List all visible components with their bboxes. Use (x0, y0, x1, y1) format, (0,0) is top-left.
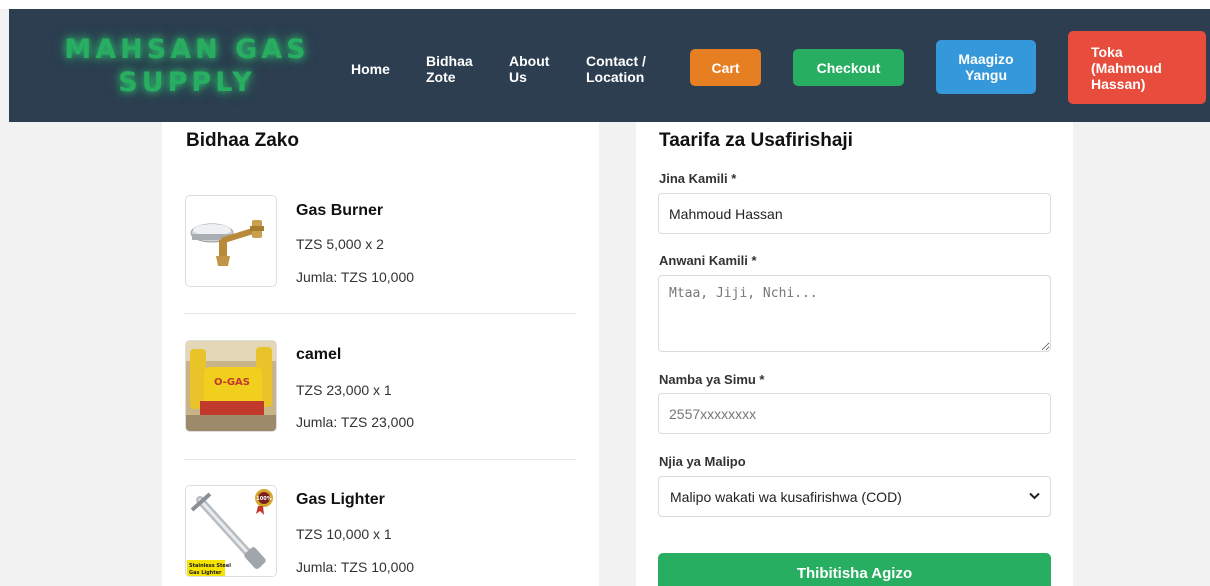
cart-item-name: camel (296, 346, 342, 363)
nav-about-link[interactable]: About Us (509, 53, 549, 85)
nav-contact-line-1: Contact / (586, 53, 646, 69)
logout-line-2: (Mahmoud (1091, 59, 1162, 76)
full-name-input[interactable] (658, 193, 1051, 234)
camel-gas-cylinder-image: O-GAS (185, 340, 277, 432)
cart-button[interactable]: Cart (690, 49, 761, 86)
brand-line-2: SUPPLY (118, 67, 256, 98)
gas-burner-image (185, 195, 277, 287)
logout-line-3: Hassan) (1091, 75, 1146, 92)
confirm-order-button[interactable]: Thibitisha Agizo (658, 553, 1051, 586)
site-header: MAHSAN GAS SUPPLY Home Bidhaa Zote About… (9, 9, 1210, 122)
image-caption-1: Stainless Steel (189, 563, 231, 569)
address-label: Anwani Kamili * (659, 253, 757, 268)
brand-line-1: MAHSAN GAS (64, 34, 310, 65)
nav-about-line-2: Us (509, 69, 527, 85)
payment-method-selected: Malipo wakati wa kusafirishwa (COD) (670, 489, 902, 505)
cart-panel-title: Bidhaa Zako (186, 130, 299, 151)
nav-about-line-1: About (509, 53, 550, 69)
nav-home-link[interactable]: Home (351, 61, 390, 77)
shipping-form-title: Taarifa za Usafirishaji (659, 130, 853, 151)
top-strip (0, 0, 1210, 9)
full-name-label: Jina Kamili * (659, 171, 737, 186)
brand-logo[interactable]: MAHSAN GAS SUPPLY (61, 33, 313, 99)
item-divider (184, 459, 576, 460)
item-divider (184, 313, 576, 314)
image-caption-2: Gas Lighter (189, 570, 222, 576)
address-textarea[interactable] (658, 275, 1051, 352)
gas-lighter-image: 100% Stainless Steel Gas Lighter (185, 485, 277, 577)
nav-contact-link[interactable]: Contact / Location (586, 53, 646, 85)
badge-text: 100% (256, 496, 271, 502)
cart-item-total: Jumla: TZS 10,000 (296, 559, 415, 575)
cart-item-price: TZS 5,000 x 2 (296, 236, 384, 252)
cart-item-price: TZS 10,000 x 1 (296, 526, 392, 542)
cart-item-price: TZS 23,000 x 1 (296, 382, 392, 398)
maagizo-line-2: Yangu (964, 67, 1007, 83)
cart-items-panel: Bidhaa Zako Gas Burner TZS 5,000 x 2 Jum… (162, 122, 599, 586)
payment-method-label: Njia ya Malipo (659, 454, 746, 469)
checkout-button[interactable]: Checkout (793, 49, 904, 86)
cart-item-total: Jumla: TZS 10,000 (296, 269, 415, 285)
camel-image-text: O-GAS (214, 377, 250, 388)
phone-input[interactable] (658, 393, 1051, 434)
nav-bidhaa-line-1: Bidhaa (426, 53, 473, 69)
maagizo-line-1: Maagizo (958, 51, 1014, 67)
logout-line-1: Toka (1091, 43, 1123, 60)
nav-contact-line-2: Location (586, 69, 645, 85)
phone-label: Namba ya Simu * (659, 372, 765, 387)
nav-bidhaa-zote-link[interactable]: Bidhaa Zote (426, 53, 473, 85)
nav-bidhaa-line-2: Zote (426, 69, 456, 85)
payment-method-select[interactable]: Malipo wakati wa kusafirishwa (COD) (658, 476, 1051, 517)
cart-item-total: Jumla: TZS 23,000 (296, 414, 415, 430)
chevron-down-icon (1029, 492, 1040, 500)
cart-item-name: Gas Burner (296, 202, 384, 219)
cart-item-name: Gas Lighter (296, 491, 385, 508)
logout-button[interactable]: Toka (Mahmoud Hassan) (1068, 31, 1206, 104)
maagizo-yangu-button[interactable]: Maagizo Yangu (936, 40, 1036, 94)
shipping-form-panel: Taarifa za Usafirishaji Jina Kamili * An… (636, 122, 1073, 586)
